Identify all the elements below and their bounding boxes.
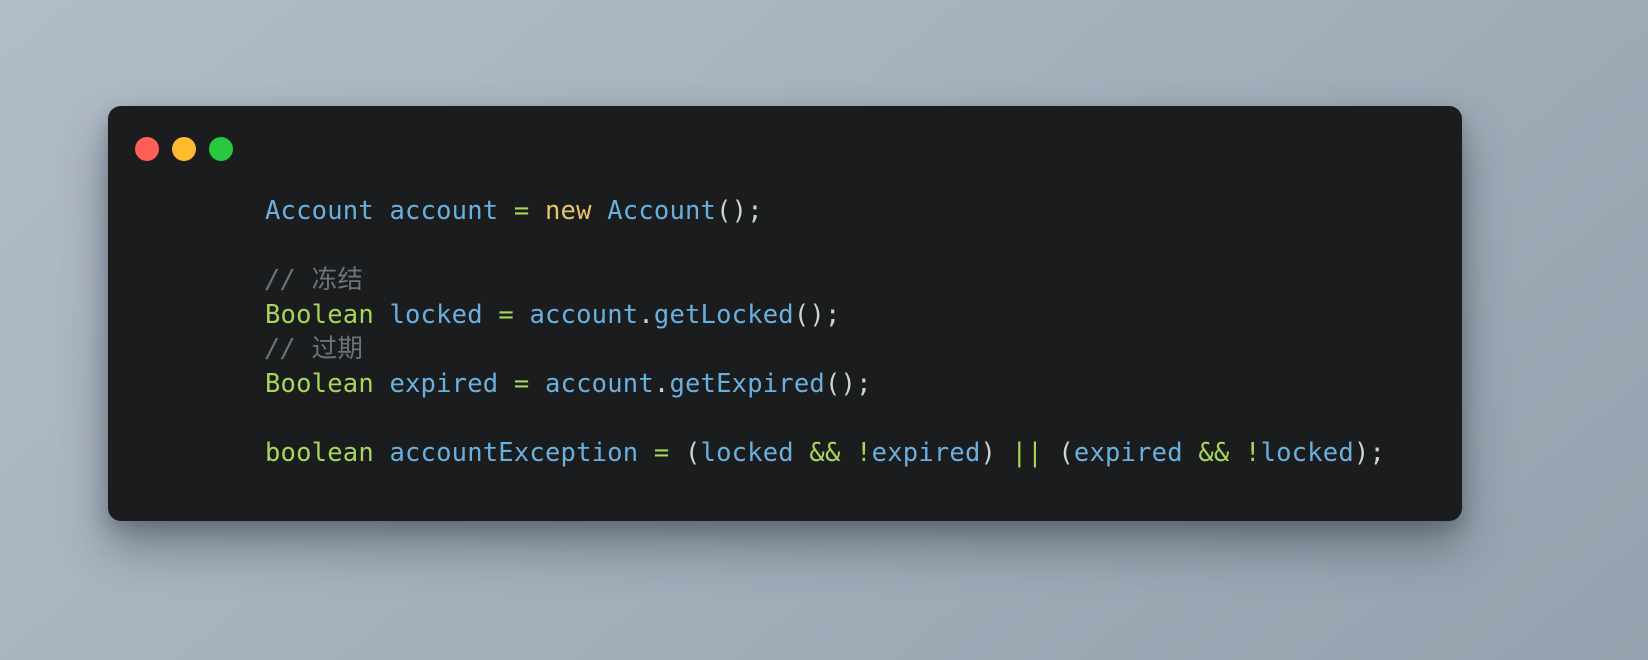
code-token-ident: locked bbox=[700, 437, 794, 468]
code-token-comment-cjk: 过期 bbox=[311, 334, 364, 364]
code-line: // 过期 bbox=[108, 332, 1462, 367]
code-token-ident: expired bbox=[389, 368, 499, 399]
code-token-ident: locked bbox=[389, 299, 483, 330]
code-token-punc: . bbox=[653, 368, 670, 399]
code-token-comment: // bbox=[265, 334, 312, 364]
code-line: // 冻结 bbox=[108, 263, 1462, 298]
code-token-punc: ( bbox=[684, 437, 701, 468]
maximize-window-icon[interactable] bbox=[209, 137, 233, 161]
code-token-punc: (); bbox=[793, 299, 841, 330]
code-token-op: && bbox=[809, 437, 841, 468]
code-token-op: ! bbox=[856, 437, 872, 468]
screenshot-stage: Account account = new Account();// 冻结 Boo… bbox=[0, 0, 1648, 660]
code-token-prim: Boolean bbox=[265, 299, 374, 330]
code-token-ident: expired bbox=[871, 437, 981, 468]
code-token-punc: . bbox=[638, 299, 654, 330]
code-token-prim: Boolean bbox=[265, 368, 374, 399]
code-line: Boolean expired = account.getExpired(); bbox=[108, 367, 1462, 402]
code-token-punc: ( bbox=[1058, 437, 1074, 468]
code-token-ident: account bbox=[389, 196, 499, 226]
code-window: Account account = new Account();// 冻结 Boo… bbox=[108, 106, 1462, 521]
code-token-op: = bbox=[513, 196, 530, 226]
traffic-light-group bbox=[135, 137, 233, 161]
code-token-punc: (); bbox=[824, 368, 872, 399]
minimize-window-icon[interactable] bbox=[172, 137, 196, 161]
code-token-comment-cjk: 冻结 bbox=[311, 265, 364, 295]
code-token-op: ! bbox=[1245, 437, 1261, 468]
code-token-ident: accountException bbox=[389, 437, 639, 468]
code-token-op: || bbox=[1011, 437, 1043, 468]
code-token-ident: account bbox=[529, 299, 639, 330]
code-token-op: = bbox=[653, 437, 670, 468]
code-token-op: = bbox=[513, 368, 530, 399]
code-token-ident: getLocked bbox=[653, 299, 794, 330]
code-token-type: Account bbox=[607, 196, 717, 226]
code-line: boolean accountException = (locked && !e… bbox=[108, 436, 1462, 471]
code-token-op: = bbox=[498, 299, 514, 330]
code-token-comment: // bbox=[265, 265, 312, 295]
code-token-prim: boolean bbox=[265, 437, 374, 468]
code-token-ident: getExpired bbox=[669, 368, 825, 399]
window-titlebar[interactable] bbox=[108, 106, 1462, 194]
code-token-punc: ); bbox=[1353, 437, 1385, 468]
code-token-kw: new bbox=[545, 196, 592, 226]
code-block[interactable]: Account account = new Account();// 冻结 Boo… bbox=[108, 194, 1462, 470]
code-token-ident: expired bbox=[1073, 437, 1183, 468]
code-token-op: && bbox=[1198, 437, 1230, 468]
code-token-ident: account bbox=[545, 368, 654, 399]
code-token-punc: ) bbox=[980, 437, 997, 468]
close-window-icon[interactable] bbox=[135, 137, 159, 161]
code-token-type: Account bbox=[265, 196, 374, 226]
code-token-punc: (); bbox=[716, 196, 763, 226]
code-line: Boolean locked = account.getLocked(); bbox=[108, 298, 1462, 333]
code-token-ident: locked bbox=[1260, 437, 1354, 468]
code-line: Account account = new Account(); bbox=[108, 194, 1462, 229]
